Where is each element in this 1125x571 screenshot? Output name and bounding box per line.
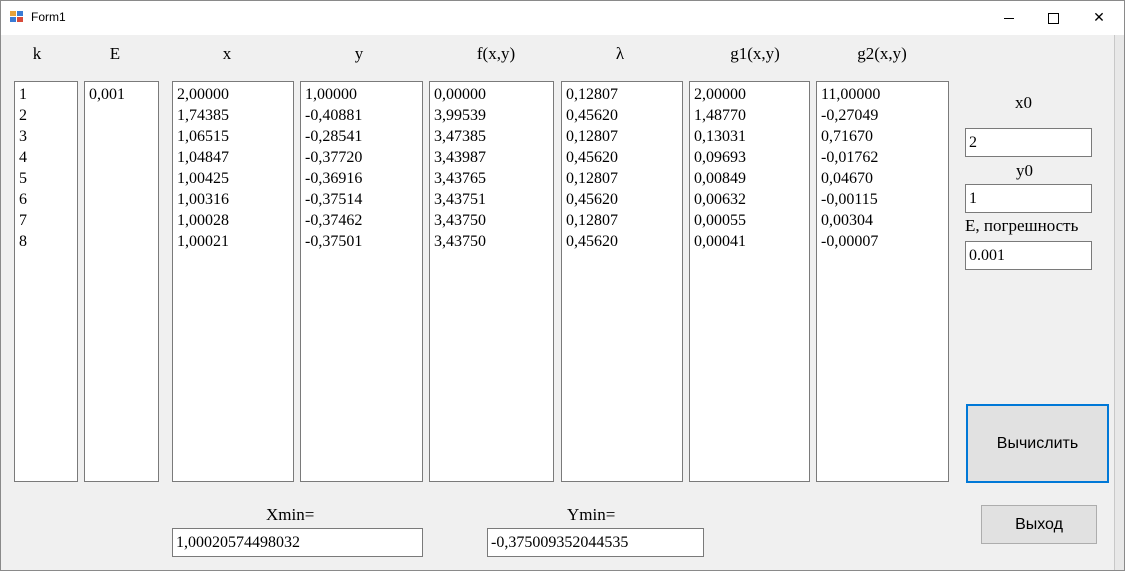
header-g1: g1(x,y) [730,44,780,63]
x0-input[interactable]: 2 [965,128,1092,157]
maximize-button[interactable] [1030,1,1076,35]
header-lambda: λ [615,44,625,63]
window-edge-strip [1114,35,1124,570]
eps-label: E, погрешность [965,216,1079,235]
list-item[interactable]: 1 [19,84,77,105]
list-item[interactable]: -0,01762 [821,147,948,168]
y0-input[interactable]: 1 [965,184,1092,213]
list-item[interactable]: -0,27049 [821,105,948,126]
listbox-g2[interactable]: 11,00000 -0,27049 0,71670 -0,01762 0,046… [816,81,949,482]
list-item[interactable]: 3,43751 [434,189,553,210]
eps-input[interactable]: 0.001 [965,241,1092,270]
listbox-e[interactable]: 0,001 [84,81,159,482]
list-item[interactable]: 1,06515 [177,126,293,147]
header-k: k [32,44,42,63]
list-item[interactable]: 3,43765 [434,168,553,189]
ymin-output[interactable]: -0,375009352044535 [487,528,704,557]
list-item[interactable]: 1,48770 [694,105,809,126]
list-item[interactable]: 0,12807 [566,126,682,147]
list-item[interactable]: 3,43750 [434,210,553,231]
listbox-y[interactable]: 1,00000 -0,40881 -0,28541 -0,37720 -0,36… [300,81,423,482]
list-item[interactable]: -0,00115 [821,189,948,210]
list-item[interactable]: 0,04670 [821,168,948,189]
xmin-output[interactable]: 1,00020574498032 [172,528,423,557]
list-item[interactable]: 0,00304 [821,210,948,231]
list-item[interactable]: 1,74385 [177,105,293,126]
list-item[interactable]: 11,00000 [821,84,948,105]
list-item[interactable]: -0,37514 [305,189,422,210]
list-item[interactable]: -0,37720 [305,147,422,168]
list-item[interactable]: 3,47385 [434,126,553,147]
close-button[interactable]: ✕ [1076,1,1122,35]
list-item[interactable]: 0,09693 [694,147,809,168]
list-item[interactable]: 0,00000 [434,84,553,105]
list-item[interactable]: -0,37462 [305,210,422,231]
list-item[interactable]: 6 [19,189,77,210]
window-title: Form1 [31,10,66,24]
list-item[interactable]: 2 [19,105,77,126]
list-item[interactable]: -0,37501 [305,231,422,252]
xmin-label: Xmin= [266,505,315,524]
header-y: y [354,44,364,63]
minimize-icon [1004,17,1014,19]
exit-button[interactable]: Выход [981,505,1097,544]
header-g2: g2(x,y) [857,44,907,63]
minimize-button[interactable] [986,1,1032,35]
header-x: x [222,44,232,63]
list-item[interactable]: 0,45620 [566,105,682,126]
listbox-lambda[interactable]: 0,12807 0,45620 0,12807 0,45620 0,12807 … [561,81,683,482]
header-f: f(x,y) [476,44,516,63]
list-item[interactable]: 3,43750 [434,231,553,252]
listbox-x[interactable]: 2,00000 1,74385 1,06515 1,04847 1,00425 … [172,81,294,482]
list-item[interactable]: 2,00000 [694,84,809,105]
list-item[interactable]: 0,12807 [566,84,682,105]
app-icon [10,11,24,23]
list-item[interactable]: 3,43987 [434,147,553,168]
list-item[interactable]: -0,36916 [305,168,422,189]
list-item[interactable]: 0,12807 [566,210,682,231]
list-item[interactable]: 1,00028 [177,210,293,231]
list-item[interactable]: -0,40881 [305,105,422,126]
list-item[interactable]: 0,71670 [821,126,948,147]
list-item[interactable]: 7 [19,210,77,231]
list-item[interactable]: 2,00000 [177,84,293,105]
list-item[interactable]: 4 [19,147,77,168]
listbox-f[interactable]: 0,00000 3,99539 3,47385 3,43987 3,43765 … [429,81,554,482]
list-item[interactable]: 0,001 [89,84,158,105]
x0-label: x0 [1015,93,1032,112]
listbox-k[interactable]: 1 2 3 4 5 6 7 8 [14,81,78,482]
list-item[interactable]: 1,00021 [177,231,293,252]
close-icon: ✕ [1093,10,1105,26]
list-item[interactable]: 3 [19,126,77,147]
list-item[interactable]: -0,28541 [305,126,422,147]
list-item[interactable]: 0,45620 [566,231,682,252]
list-item[interactable]: 1,00000 [305,84,422,105]
list-item[interactable]: -0,00007 [821,231,948,252]
y0-label: y0 [1016,161,1033,180]
list-item[interactable]: 0,00055 [694,210,809,231]
list-item[interactable]: 0,12807 [566,168,682,189]
maximize-icon [1047,12,1059,24]
list-item[interactable]: 1,00316 [177,189,293,210]
compute-button[interactable]: Вычислить [966,404,1109,483]
list-item[interactable]: 5 [19,168,77,189]
list-item[interactable]: 0,00632 [694,189,809,210]
title-bar: Form1 ✕ [1,1,1124,35]
list-item[interactable]: 1,04847 [177,147,293,168]
ymin-label: Ymin= [567,505,616,524]
listbox-g1[interactable]: 2,00000 1,48770 0,13031 0,09693 0,00849 … [689,81,810,482]
list-item[interactable]: 0,13031 [694,126,809,147]
header-e: E [109,44,121,63]
list-item[interactable]: 3,99539 [434,105,553,126]
list-item[interactable]: 1,00425 [177,168,293,189]
list-item[interactable]: 0,00849 [694,168,809,189]
main-window: Form1 ✕ k E x y f(x,y) λ g1(x,y) g2(x,y)… [0,0,1125,571]
list-item[interactable]: 8 [19,231,77,252]
list-item[interactable]: 0,45620 [566,147,682,168]
list-item[interactable]: 0,00041 [694,231,809,252]
list-item[interactable]: 0,45620 [566,189,682,210]
